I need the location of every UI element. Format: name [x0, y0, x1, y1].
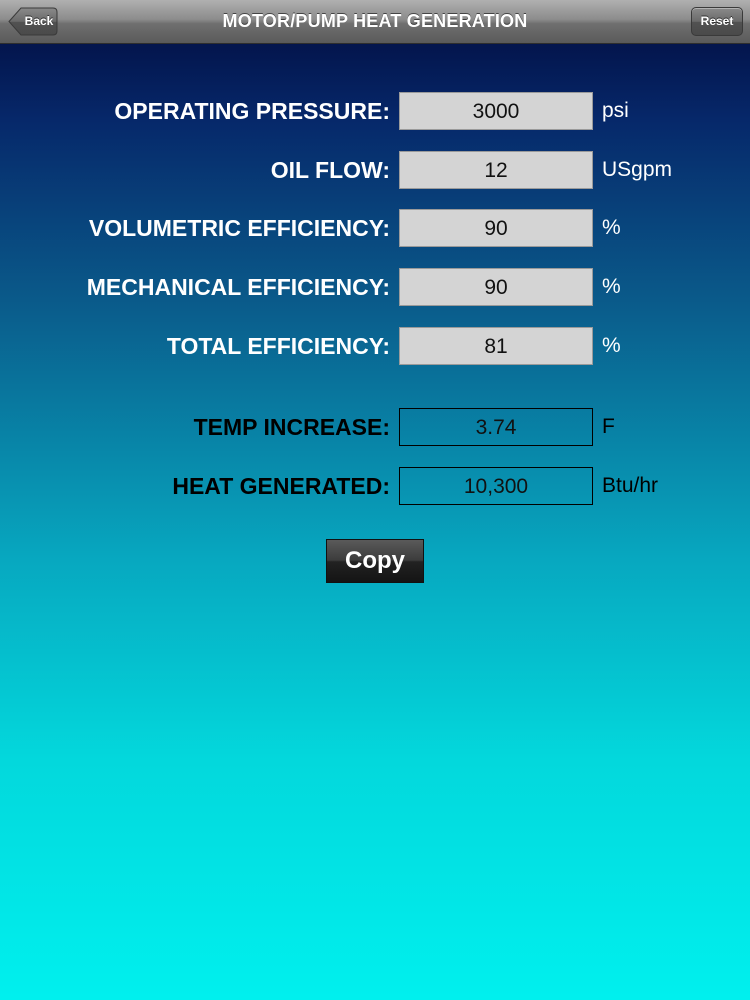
- oil-flow-label: OIL FLOW:: [270, 157, 390, 183]
- mechanical-efficiency-input[interactable]: 90: [399, 268, 593, 306]
- mechanical-efficiency-unit: %: [602, 275, 621, 298]
- total-efficiency-input[interactable]: 81: [399, 327, 593, 365]
- volumetric-efficiency-label: VOLUMETRIC EFFICIENCY:: [88, 215, 390, 241]
- volumetric-efficiency-row: VOLUMETRIC EFFICIENCY: 90 %: [0, 208, 750, 248]
- heat-generated-value: 10,300: [399, 467, 593, 505]
- page-title: MOTOR/PUMP HEAT GENERATION: [222, 11, 528, 31]
- oil-flow-unit: USgpm: [602, 158, 673, 181]
- operating-pressure-input[interactable]: 3000: [399, 92, 593, 130]
- oil-flow-row: OIL FLOW: 12 USgpm: [0, 150, 750, 190]
- operating-pressure-unit: psi: [602, 99, 629, 122]
- total-efficiency-label: TOTAL EFFICIENCY:: [166, 333, 390, 359]
- mechanical-efficiency-row: MECHANICAL EFFICIENCY: 90 %: [0, 267, 750, 307]
- oil-flow-input[interactable]: 12: [399, 151, 593, 189]
- heat-generated-row: HEAT GENERATED: 10,300 Btu/hr: [0, 466, 750, 506]
- temp-increase-row: TEMP INCREASE: 3.74 F: [0, 407, 750, 447]
- heat-generated-unit: Btu/hr: [602, 474, 659, 497]
- heat-generated-label: HEAT GENERATED:: [172, 473, 390, 499]
- navigation-bar: Back MOTOR/PUMP HEAT GENERATION Reset: [0, 0, 750, 44]
- operating-pressure-label: OPERATING PRESSURE:: [114, 98, 390, 124]
- temp-increase-label: TEMP INCREASE:: [193, 414, 390, 440]
- temp-increase-unit: F: [602, 415, 615, 438]
- volumetric-efficiency-unit: %: [602, 216, 621, 239]
- copy-button[interactable]: Copy: [326, 539, 424, 583]
- total-efficiency-row: TOTAL EFFICIENCY: 81 %: [0, 326, 750, 366]
- mechanical-efficiency-label: MECHANICAL EFFICIENCY:: [86, 274, 390, 300]
- reset-button[interactable]: Reset: [691, 7, 743, 36]
- temp-increase-value: 3.74: [399, 408, 593, 446]
- operating-pressure-row: OPERATING PRESSURE: 3000 psi: [0, 91, 750, 131]
- volumetric-efficiency-input[interactable]: 90: [399, 209, 593, 247]
- total-efficiency-unit: %: [602, 334, 621, 357]
